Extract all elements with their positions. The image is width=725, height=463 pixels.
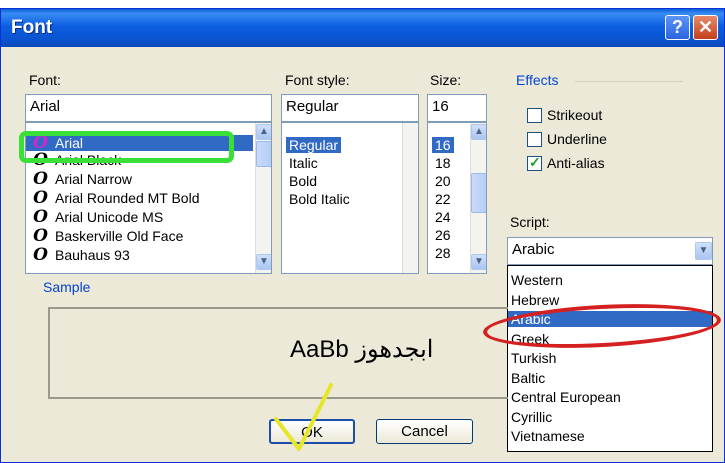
help-button[interactable]: ? bbox=[665, 15, 690, 40]
font-item-label: Arial Unicode MS bbox=[55, 209, 164, 225]
font-name-input[interactable]: Arial bbox=[25, 94, 272, 122]
cancel-button[interactable]: Cancel bbox=[376, 419, 473, 444]
effects-label: Effects bbox=[516, 72, 559, 88]
font-item-label: Bauhaus 93 bbox=[55, 247, 130, 263]
size-list-item[interactable]: 22 bbox=[432, 191, 454, 207]
size-label: Size: bbox=[430, 72, 462, 88]
font-item-label: Baskerville Old Face bbox=[55, 228, 184, 244]
title-bar[interactable]: Font ? ✕ bbox=[1, 9, 724, 47]
green-highlight-annotation bbox=[19, 131, 234, 163]
strikeout-label: Strikeout bbox=[547, 107, 603, 123]
effects-divider bbox=[575, 81, 683, 82]
close-button[interactable]: ✕ bbox=[693, 15, 718, 40]
font-dialog: Font ? ✕ Font: Arial O Arial O Arial Black O… bbox=[0, 8, 725, 463]
script-selected-value: Arabic bbox=[512, 241, 555, 258]
font-label: Font: bbox=[29, 72, 61, 88]
font-type-icon: O bbox=[33, 188, 48, 208]
size-list-item[interactable]: 16 bbox=[432, 137, 454, 153]
font-type-icon: O bbox=[33, 245, 48, 265]
font-style-listbox[interactable]: Regular Italic Bold Bold Italic bbox=[281, 122, 419, 274]
size-list-item[interactable]: 26 bbox=[432, 227, 454, 243]
scroll-up-icon[interactable]: ▲ bbox=[471, 124, 486, 140]
scroll-thumb[interactable] bbox=[256, 141, 271, 167]
font-type-icon: O bbox=[33, 226, 48, 246]
anti-alias-checkbox[interactable] bbox=[527, 154, 542, 171]
font-list-item[interactable]: O Arial Unicode MS bbox=[26, 207, 253, 227]
yellow-check-mark-annotation bbox=[274, 383, 333, 451]
size-list-item[interactable]: 28 bbox=[432, 245, 454, 261]
strikeout-checkbox[interactable] bbox=[527, 108, 542, 123]
anti-alias-label: Anti-alias bbox=[547, 155, 605, 171]
script-label: Script: bbox=[510, 214, 550, 230]
scroll-up-icon[interactable]: ▲ bbox=[256, 124, 271, 140]
size-listbox[interactable]: 16 18 20 22 24 26 28 ▲ ▼ bbox=[427, 122, 487, 274]
font-list-item[interactable]: O Baskerville Old Face bbox=[26, 226, 253, 246]
script-select[interactable]: Arabic ▼ bbox=[507, 237, 713, 265]
script-option[interactable]: Vietnamese bbox=[508, 428, 712, 444]
size-input[interactable]: 16 bbox=[427, 94, 487, 122]
size-list-item[interactable]: 20 bbox=[432, 173, 454, 189]
dialog-title: Font bbox=[11, 17, 53, 38]
scroll-thumb[interactable] bbox=[471, 173, 486, 213]
size-list-item[interactable]: 18 bbox=[432, 155, 454, 171]
font-list-scrollbar[interactable]: ▲ ▼ bbox=[255, 123, 271, 273]
size-list-item[interactable]: 24 bbox=[432, 209, 454, 225]
font-list-item[interactable]: O Arial Rounded MT Bold bbox=[26, 188, 253, 208]
font-type-icon: O bbox=[33, 169, 48, 189]
script-option[interactable]: Central European bbox=[508, 389, 712, 405]
style-list-item[interactable]: Italic bbox=[286, 155, 321, 171]
font-item-label: Arial Rounded MT Bold bbox=[55, 190, 200, 206]
script-option[interactable]: Baltic bbox=[508, 370, 712, 386]
script-option[interactable]: Cyrillic bbox=[508, 409, 712, 425]
style-list-item[interactable]: Bold bbox=[286, 173, 320, 189]
sample-label: Sample bbox=[43, 279, 91, 295]
style-list-scrollbar bbox=[402, 123, 418, 273]
size-list-scrollbar[interactable]: ▲ ▼ bbox=[470, 123, 486, 273]
chevron-down-icon[interactable]: ▼ bbox=[695, 242, 712, 260]
underline-checkbox[interactable] bbox=[527, 132, 542, 147]
script-option[interactable]: Western bbox=[508, 272, 712, 288]
sample-text: AaBb ابجدهوز bbox=[290, 336, 434, 363]
script-dropdown-list[interactable]: Western Hebrew Arabic Greek Turkish Baltic Cen… bbox=[507, 265, 713, 452]
underline-label: Underline bbox=[547, 131, 607, 147]
scroll-down-icon[interactable]: ▼ bbox=[471, 254, 486, 270]
style-list-item[interactable]: Bold Italic bbox=[286, 191, 353, 207]
scroll-down-icon[interactable]: ▼ bbox=[256, 254, 271, 270]
font-style-input[interactable]: Regular bbox=[281, 94, 419, 122]
font-item-label: Arial Narrow bbox=[55, 171, 133, 187]
font-type-icon: O bbox=[33, 207, 48, 227]
font-list-item[interactable]: O Bauhaus 93 bbox=[26, 245, 253, 265]
font-list-item[interactable]: O Arial Narrow bbox=[26, 169, 253, 189]
script-option[interactable]: Turkish bbox=[508, 350, 712, 366]
style-list-item[interactable]: Regular bbox=[286, 137, 342, 153]
font-style-label: Font style: bbox=[285, 72, 350, 88]
